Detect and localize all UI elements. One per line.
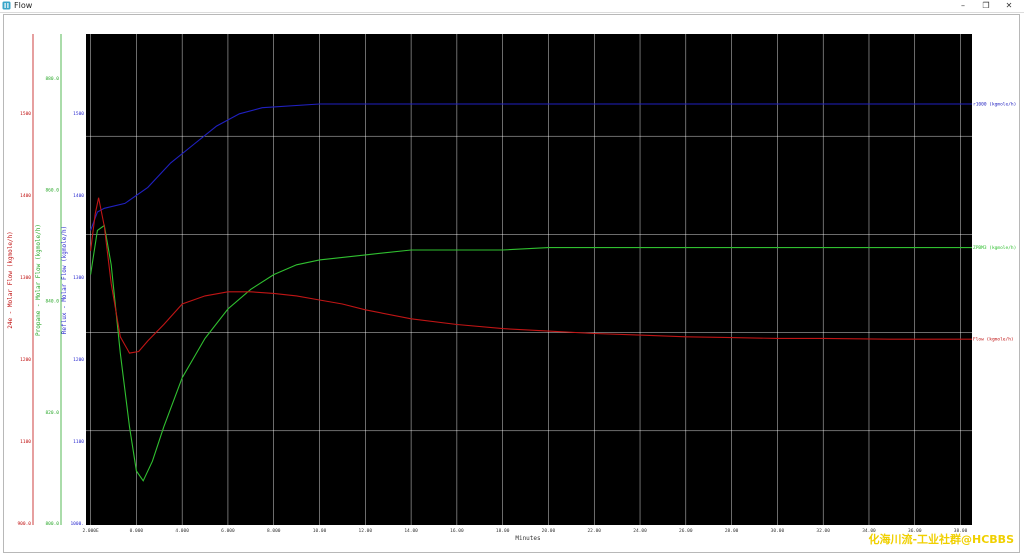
x-tick-label: 32.00 [816, 528, 830, 534]
blue-axis-title: Reflux - Molar Flow (kgmole/h) [61, 226, 68, 334]
x-tick-label: 8.000 [267, 528, 281, 534]
x-tick-label: 4.000 [175, 528, 189, 534]
green-y-tick-label: 840.0 [45, 299, 59, 305]
red-y-tick-label: 900.0 [17, 521, 31, 527]
x-tick-label: 28.00 [725, 528, 739, 534]
red-y-tick-label: 1500 [20, 111, 31, 117]
plot-area [86, 34, 972, 525]
green-y-tick-label: 820.0 [45, 410, 59, 416]
x-tick-label: 14.00 [404, 528, 418, 534]
x-tick-label: 10.00 [313, 528, 327, 534]
x-tick-label: 22.00 [587, 528, 601, 534]
red-y-tick-label: 1400 [20, 193, 31, 199]
red-y-tick-label: 1200 [20, 357, 31, 363]
blue-y-tick-label: 1300 [73, 275, 84, 281]
flow-chart[interactable]: 2.000E 0.000 4.000 6.000 8.000 10.00 12.00 14.0… [0, 0, 1024, 555]
watermark: 化海川流-工业社群@HCBBS [868, 533, 1014, 546]
green-y-tick-label: 880.0 [45, 76, 59, 82]
red-y-tick-label: 1100 [20, 439, 31, 445]
series-label-green: ZPBM3 (kgmole/h) [973, 245, 1016, 251]
x-tick-label: 24.00 [633, 528, 647, 534]
x-tick-label: 16.00 [450, 528, 464, 534]
series-label-blue: r1000 (kgmole/h) [973, 101, 1016, 107]
series-label-red: Flow (kgmole/h) [973, 337, 1014, 343]
green-y-tick-label: 800.0 [45, 521, 59, 527]
x-tick-label: 20.00 [542, 528, 556, 534]
x-tick-label: 0.000 [130, 528, 144, 534]
blue-y-tick-label: 1000. [70, 521, 84, 527]
blue-y-tick-label: 1100 [73, 439, 84, 445]
blue-y-tick-label: 1500 [73, 111, 84, 117]
red-y-tick-label: 1300 [20, 275, 31, 281]
x-tick-label: 18.00 [496, 528, 510, 534]
x-axis-title: Minutes [515, 535, 541, 542]
x-tick-label: 26.00 [679, 528, 693, 534]
blue-y-tick-label: 1400 [73, 193, 84, 199]
x-tick-label: 30.00 [771, 528, 785, 534]
x-tick-label: 12.00 [359, 528, 373, 534]
green-y-tick-label: 860.0 [45, 187, 59, 193]
red-axis-title: 24e - Molar Flow (kgmole/h) [7, 231, 14, 329]
blue-y-tick-label: 1200 [73, 357, 84, 363]
green-axis-title: Propane - Molar Flow (kgmole/h) [35, 224, 42, 336]
x-tick-label: 6.000 [221, 528, 235, 534]
x-tick-label: 2.000E [82, 528, 99, 534]
